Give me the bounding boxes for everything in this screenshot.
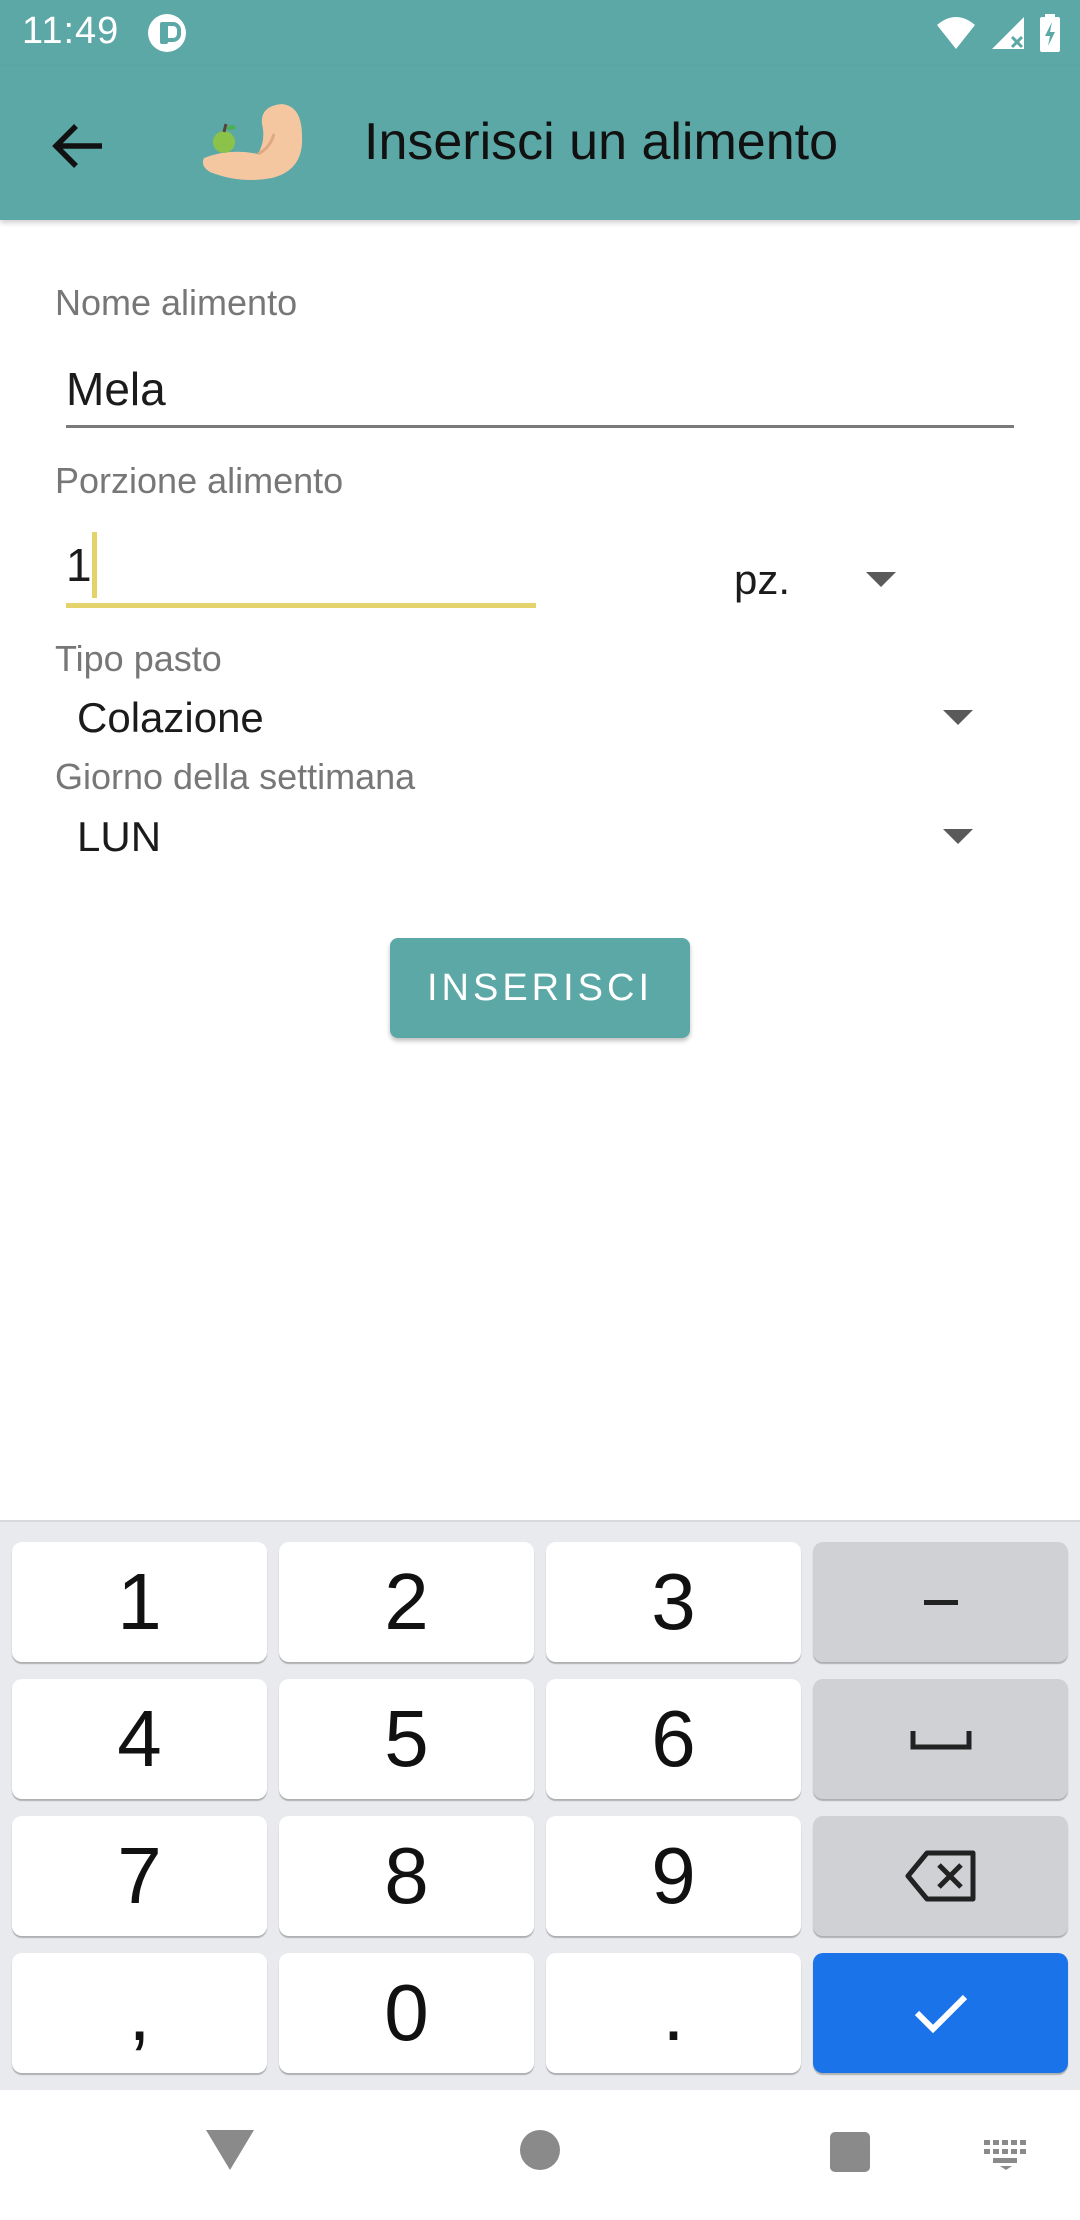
signal-icon xyxy=(992,17,1024,49)
chevron-down-icon xyxy=(943,829,973,844)
minus-icon xyxy=(923,1599,958,1605)
weekday-label: Giorno della settimana xyxy=(55,756,416,797)
food-name-underline xyxy=(66,425,1014,428)
key-3[interactable]: 3 xyxy=(546,1542,801,1662)
space-icon xyxy=(910,1731,971,1750)
arm-with-apple-logo xyxy=(202,104,303,180)
key-9[interactable]: 9 xyxy=(546,1816,801,1936)
nav-home-icon[interactable] xyxy=(520,2130,560,2170)
backspace-icon xyxy=(905,1850,975,1902)
portion-underline xyxy=(66,603,536,608)
key-0[interactable]: 0 xyxy=(279,1953,534,2073)
key-period[interactable]: . xyxy=(546,1953,801,2073)
key-4[interactable]: 4 xyxy=(12,1679,267,1799)
key-backspace[interactable] xyxy=(813,1816,1068,1936)
key-8[interactable]: 8 xyxy=(279,1816,534,1936)
key-2[interactable]: 2 xyxy=(279,1542,534,1662)
key-space[interactable] xyxy=(813,1679,1068,1799)
key-comma[interactable]: , xyxy=(12,1953,267,2073)
insert-button[interactable]: INSERISCI xyxy=(390,938,690,1038)
key-6[interactable]: 6 xyxy=(546,1679,801,1799)
chevron-down-icon xyxy=(866,572,896,587)
key-minus[interactable] xyxy=(813,1542,1068,1662)
status-time: 11:49 xyxy=(22,10,120,52)
chevron-down-icon xyxy=(943,710,973,725)
unit-value: pz. xyxy=(734,556,791,603)
checkmark-icon xyxy=(914,1994,967,2034)
app-notification-icon xyxy=(148,14,186,52)
weekday-value: LUN xyxy=(77,813,162,860)
weekday-spinner[interactable]: LUN xyxy=(55,805,985,869)
status-icons xyxy=(936,12,1060,54)
meal-type-value: Colazione xyxy=(77,694,264,741)
unit-spinner[interactable]: pz. xyxy=(734,548,920,612)
meal-type-spinner[interactable]: Colazione xyxy=(55,686,985,750)
nav-back-icon[interactable] xyxy=(206,2130,254,2170)
portion-input[interactable]: 1 xyxy=(66,538,92,592)
battery-charging-icon xyxy=(1040,14,1060,52)
key-1[interactable]: 1 xyxy=(12,1542,267,1662)
food-name-label: Nome alimento xyxy=(55,282,298,323)
nav-recents-icon[interactable] xyxy=(830,2132,870,2172)
page-title: Inserisci un alimento xyxy=(364,113,838,171)
system-nav-bar xyxy=(0,2090,1080,2220)
back-button[interactable] xyxy=(36,110,120,182)
app-bar: Inserisci un alimento xyxy=(0,66,1080,220)
key-done[interactable] xyxy=(813,1953,1068,2073)
arrow-left-icon xyxy=(52,124,102,168)
wifi-icon xyxy=(937,17,975,49)
meal-type-label: Tipo pasto xyxy=(55,638,222,679)
keyboard-switch-icon[interactable] xyxy=(984,2140,1028,2170)
key-5[interactable]: 5 xyxy=(279,1679,534,1799)
key-7[interactable]: 7 xyxy=(12,1816,267,1936)
text-caret xyxy=(92,532,97,598)
numeric-keyboard: 1 2 3 4 5 6 7 8 9 , 0 . xyxy=(0,1520,1080,2090)
portion-label: Porzione alimento xyxy=(55,460,344,501)
food-name-input[interactable]: Mela xyxy=(66,362,166,416)
status-bar: 11:49 xyxy=(0,0,1080,66)
